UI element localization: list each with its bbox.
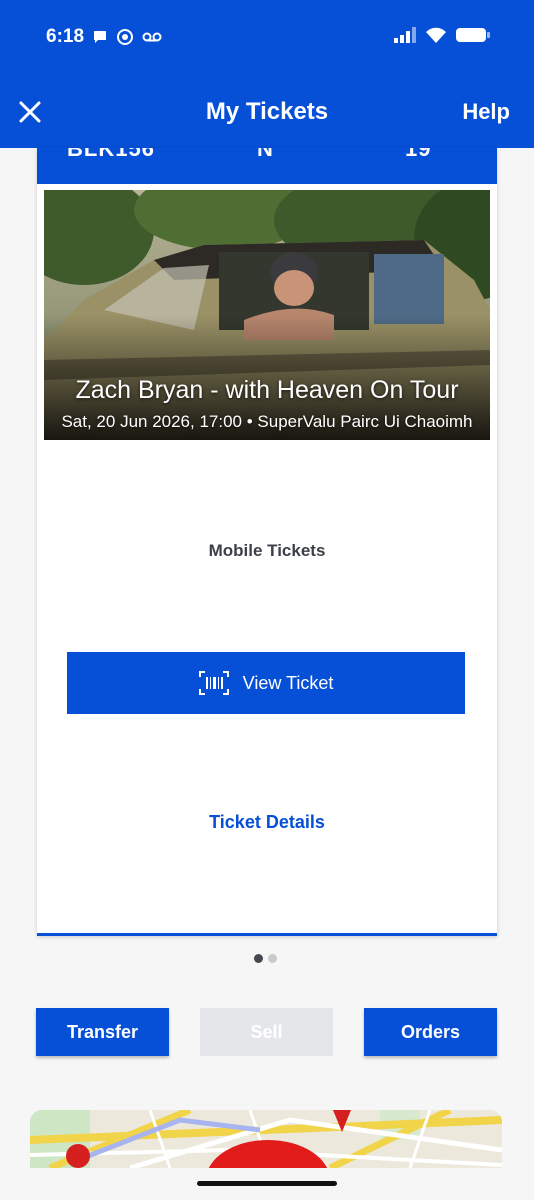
wifi-icon: [426, 27, 446, 43]
seat-label: 19: [405, 148, 432, 161]
section-label: BLK156: [67, 148, 155, 161]
event-date-venue: Sat, 20 Jun 2026, 17:00 • SuperValu Pair…: [61, 412, 473, 431]
ticket-details-link[interactable]: Ticket Details: [37, 812, 497, 833]
barcode-scan-icon: [198, 671, 229, 695]
view-ticket-button[interactable]: View Ticket: [67, 652, 465, 714]
chrome-icon: [117, 29, 133, 45]
app-header: My Tickets Help: [0, 76, 534, 148]
sell-button: Sell: [200, 1008, 333, 1056]
home-indicator: [197, 1181, 337, 1186]
ticket-info-strip: BLK156 N 19: [37, 148, 497, 184]
orders-button[interactable]: Orders: [364, 1008, 497, 1056]
ticket-card: BLK156 N 19 Zach Bryan - with Heaven On …: [37, 148, 497, 936]
battery-icon: [456, 28, 490, 42]
row-label: N: [257, 148, 274, 161]
chat-bubble-icon: [94, 31, 106, 43]
status-icons-left: [92, 29, 162, 45]
pager-dot-active[interactable]: [254, 954, 263, 963]
venue-map-preview[interactable]: [30, 1110, 502, 1168]
status-icons-right: [394, 27, 490, 43]
transfer-button[interactable]: Transfer: [36, 1008, 169, 1056]
event-name: Zach Bryan - with Heaven On Tour: [75, 376, 459, 404]
voicemail-icon: [142, 32, 162, 42]
help-link[interactable]: Help: [462, 99, 510, 125]
status-bar: 6:18: [0, 0, 534, 76]
pager-dots: [254, 954, 277, 963]
mobile-tickets-label: Mobile Tickets: [208, 541, 326, 560]
page-title: My Tickets: [205, 98, 329, 125]
view-ticket-label: View Ticket: [242, 672, 334, 693]
status-time: 6:18: [46, 26, 85, 47]
event-image: Zach Bryan - with Heaven On Tour Sat, 20…: [44, 190, 490, 440]
pager-dot[interactable]: [268, 954, 277, 963]
signal-icon: [394, 27, 416, 43]
